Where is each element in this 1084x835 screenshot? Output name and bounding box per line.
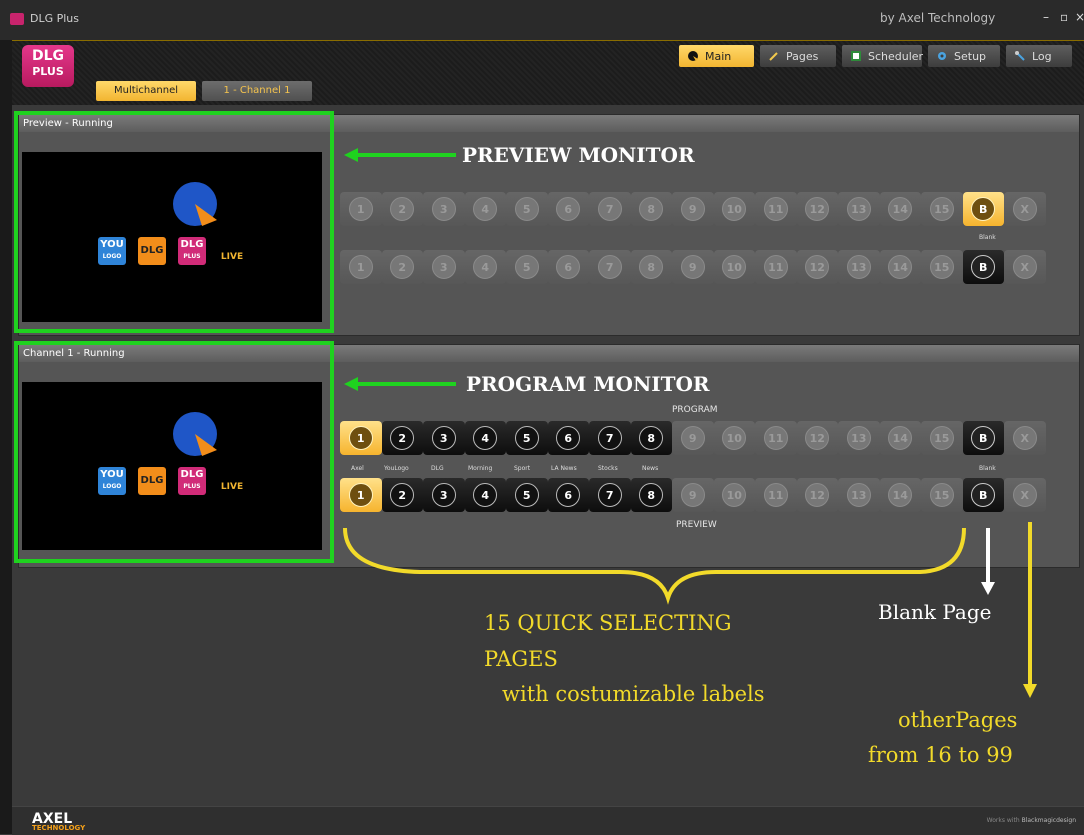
- quick-pages-brace: [343, 527, 966, 605]
- quick-pages-annotation-2: PAGES: [484, 647, 558, 671]
- program-monitor-annotation: PROGRAM MONITOR: [466, 372, 710, 396]
- axel-brand-sub: TECHNOLOGY: [32, 824, 86, 832]
- works-with-text: Works with: [986, 817, 1020, 824]
- other-pages-annotation-1: otherPages: [898, 708, 1018, 732]
- works-with-badge: Works with Blackmagicdesign: [987, 817, 1076, 824]
- blank-page-annotation: Blank Page: [878, 600, 992, 624]
- axel-logo: AXEL TECHNOLOGY: [32, 811, 85, 832]
- blank-page-arrowhead-icon: [981, 582, 995, 595]
- program-arrowhead-icon: [344, 377, 358, 391]
- blackmagic-text: Blackmagicdesign: [1021, 817, 1076, 824]
- preview-arrowhead-icon: [344, 148, 358, 162]
- preview-monitor-annotation: PREVIEW MONITOR: [462, 143, 695, 167]
- other-pages-annotation-2: from 16 to 99: [868, 743, 1013, 767]
- other-pages-arrowhead-icon: [1023, 684, 1037, 698]
- quick-pages-annotation-1: 15 QUICK SELECTING: [484, 611, 732, 635]
- quick-pages-annotation-3: with costumizable labels: [502, 682, 765, 706]
- footer-bar: AXEL TECHNOLOGY Works with Blackmagicdes…: [12, 806, 1084, 835]
